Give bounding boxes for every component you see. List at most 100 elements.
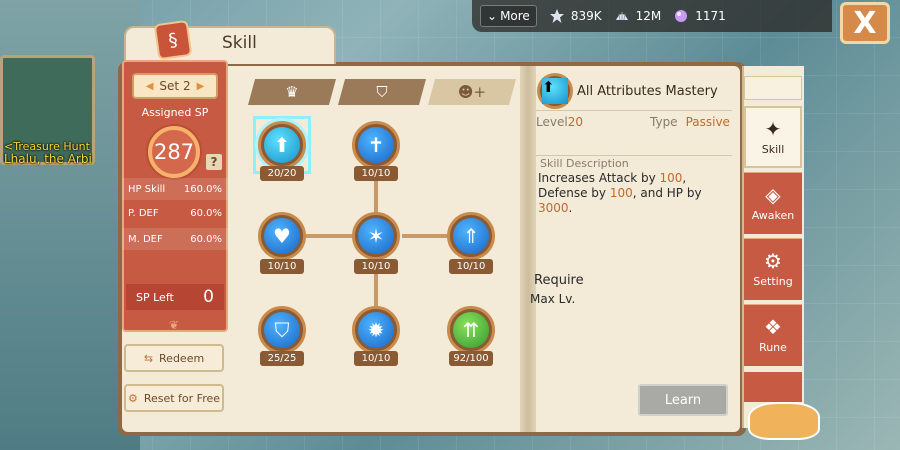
assigned-sp-label: Assigned SP xyxy=(141,106,209,119)
skill-node-arrows-shield[interactable]: ⇑ xyxy=(447,212,495,260)
gear-icon: ⚙ xyxy=(764,249,782,273)
tree-connector xyxy=(402,234,448,238)
person-add-icon: ☻+ xyxy=(457,83,487,101)
more-label: More xyxy=(500,9,530,23)
description-heading: Skill Description xyxy=(540,157,629,170)
stat-value: 60.0% xyxy=(190,233,222,245)
menu-ornament xyxy=(744,76,802,100)
page-title: Skill xyxy=(222,33,257,53)
menu-footer xyxy=(744,372,802,402)
shell-icon xyxy=(615,12,628,21)
gear-icon: ⚙ xyxy=(127,391,138,405)
level-label: Level xyxy=(536,115,568,129)
menu-item-setting[interactable]: ⚙ Setting xyxy=(744,238,802,300)
awaken-icon: ◈ xyxy=(765,183,781,207)
currency-value: 12M xyxy=(635,9,662,23)
currency-shell: 12M xyxy=(614,8,662,24)
require-value: Max Lv. xyxy=(530,292,576,306)
rune-icon: ❖ xyxy=(764,315,782,339)
stat-row: HP Skill 160.0% xyxy=(122,178,228,200)
stat-value: 60.0% xyxy=(190,207,222,219)
skill-node-shield-up[interactable]: ⛉ xyxy=(258,306,306,354)
desc-text: Increases Attack by xyxy=(538,171,660,185)
sp-left-value: 0 xyxy=(203,287,214,307)
swap-icon: ⇆ xyxy=(143,351,154,365)
skill-level: 10/10 xyxy=(449,259,493,274)
reset-button[interactable]: ⚙ Reset for Free xyxy=(124,384,224,412)
chevron-down-icon: ⌄ xyxy=(487,9,498,23)
skill-book-icon: § xyxy=(153,19,193,61)
stat-label: M. DEF xyxy=(128,233,163,245)
skill-level: 10/10 xyxy=(354,351,398,366)
flame-icon: ✦ xyxy=(764,116,782,141)
sword-shield-icon: ✝ xyxy=(358,127,394,163)
tab-crest[interactable]: ♛ xyxy=(248,79,336,105)
menu-label: Skill xyxy=(761,142,785,156)
desc-value: 100 xyxy=(609,186,633,200)
skill-description: Increases Attack by 100, Defense by 100,… xyxy=(538,171,726,216)
skill-node-attr-mastery[interactable]: ⬆ xyxy=(258,121,306,169)
menu-label: Setting xyxy=(753,275,793,288)
desc-value: 100 xyxy=(659,171,683,185)
learn-button[interactable]: Learn xyxy=(638,384,728,416)
stat-label: P. DEF xyxy=(128,207,159,219)
arrow-up-icon: ⬆ xyxy=(542,78,568,104)
quest-tracker[interactable]: <Treasure Hunt Lhalu, the Arbi xyxy=(4,140,92,166)
divider xyxy=(536,110,732,111)
stat-value: 160.0% xyxy=(183,183,222,195)
book-spine xyxy=(520,66,536,432)
ornament-icon: ❦ xyxy=(168,318,180,332)
set-selector[interactable]: ◀ Set 2 ▶ xyxy=(132,73,218,99)
tree-connector xyxy=(306,234,354,238)
currency-star: 839K xyxy=(549,8,602,24)
double-arrow-up-icon: ⇈ xyxy=(453,312,489,348)
skill-level: 10/10 xyxy=(354,166,398,181)
tab-person-add[interactable]: ☻+ xyxy=(428,79,516,105)
skill-node-heart-shield[interactable]: ♥ xyxy=(258,212,306,260)
divider xyxy=(536,155,732,156)
stat-label: HP Skill xyxy=(128,183,166,195)
more-button[interactable]: ⌄ More xyxy=(480,5,537,27)
skill-node-sword-shield[interactable]: ✝ xyxy=(352,121,400,169)
skill-level-info: Level20 xyxy=(536,115,583,129)
skill-level: 10/10 xyxy=(260,259,304,274)
crest-icon: ♛ xyxy=(285,83,299,101)
skill-tree-tabs: ♛ ⛉ ☻+ xyxy=(248,79,518,105)
skill-node-sun-burst[interactable]: ✹ xyxy=(352,306,400,354)
set-label: Set 2 xyxy=(159,79,191,93)
type-label: Type xyxy=(650,115,678,129)
close-button[interactable]: X xyxy=(840,2,890,44)
skill-level: 25/25 xyxy=(260,351,304,366)
quest-target: Lhalu, the Arbi xyxy=(4,152,92,166)
assigned-sp-value: 287 xyxy=(148,126,200,178)
shield-up-icon: ⛉ xyxy=(264,312,300,348)
shield-crest-icon: ⛉ xyxy=(376,83,388,101)
require-heading: Require xyxy=(534,273,584,288)
heart-star-icon: ✶ xyxy=(358,218,394,254)
menu-label: Rune xyxy=(759,341,787,354)
type-value: Passive xyxy=(685,115,730,129)
skill-level: 20/20 xyxy=(260,166,304,181)
arrows-shield-icon: ⇑ xyxy=(453,218,489,254)
mascot-cat xyxy=(748,402,820,440)
help-button[interactable]: ? xyxy=(206,154,222,170)
chevron-right-icon[interactable]: ▶ xyxy=(197,81,205,92)
selected-skill-icon: ⬆ xyxy=(537,73,573,109)
redeem-label: Redeem xyxy=(159,351,205,365)
reset-label: Reset for Free xyxy=(143,391,221,405)
chevron-left-icon[interactable]: ◀ xyxy=(146,81,154,92)
close-icon: X xyxy=(853,5,877,41)
menu-item-skill[interactable]: ✦ Skill xyxy=(744,106,802,168)
redeem-button[interactable]: ⇆ Redeem xyxy=(124,344,224,372)
tab-shield-crest[interactable]: ⛉ xyxy=(338,79,426,105)
menu-item-awaken[interactable]: ◈ Awaken xyxy=(744,172,802,234)
skill-node-heart-star[interactable]: ✶ xyxy=(352,212,400,260)
sun-burst-icon: ✹ xyxy=(358,312,394,348)
heart-shield-icon: ♥ xyxy=(264,218,300,254)
skill-type-info: Type Passive xyxy=(650,115,730,129)
menu-item-rune[interactable]: ❖ Rune xyxy=(744,304,802,366)
skill-node-green-arrows[interactable]: ⇈ xyxy=(447,306,495,354)
currency-value: 839K xyxy=(570,9,602,23)
sp-left-box: SP Left 0 xyxy=(126,284,224,310)
stat-row: M. DEF 60.0% xyxy=(122,228,228,250)
